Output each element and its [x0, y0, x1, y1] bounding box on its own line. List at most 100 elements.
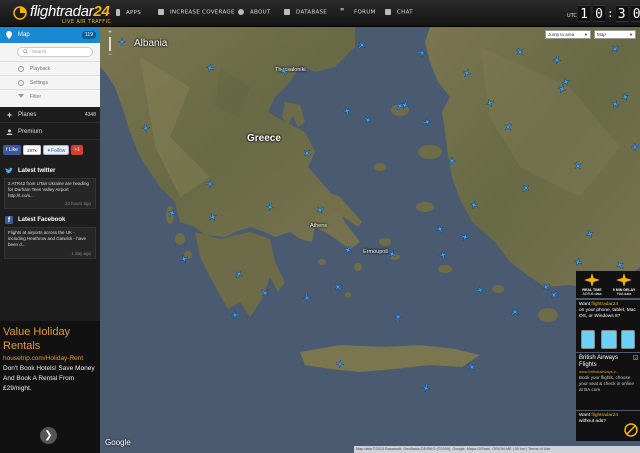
nav-database[interactable]: DATABASE — [284, 9, 327, 16]
sidebar-item-filter[interactable]: Filter — [0, 89, 100, 103]
map-type-select[interactable]: Map ▼ — [594, 30, 636, 39]
aircraft-marker[interactable] — [574, 162, 582, 170]
aircraft-marker[interactable] — [235, 270, 243, 278]
ad-title[interactable]: Value Holiday Rentals — [3, 325, 97, 353]
desktop-device-icon — [621, 330, 635, 349]
aircraft-marker[interactable] — [142, 124, 150, 132]
google-logo[interactable]: Google — [105, 438, 131, 447]
map-attribution[interactable]: Map data ©2013 Basarsoft, GeoBasis-DE/BK… — [354, 446, 640, 453]
realtime-banner[interactable]: REAL TIME ADS-B data 5 MIN DELAY FAA data — [576, 271, 640, 298]
sidebar-item-premium[interactable]: Premium — [0, 124, 100, 140]
aircraft-marker[interactable] — [209, 213, 217, 221]
aircraft-marker[interactable] — [280, 67, 288, 75]
aircraft-marker[interactable] — [550, 291, 558, 299]
close-icon[interactable]: ✕ — [633, 355, 638, 361]
aircraft-marker[interactable] — [516, 48, 524, 56]
aircraft-marker[interactable] — [336, 360, 344, 368]
sidebar-item-planes[interactable]: Planes 4348 — [0, 107, 100, 123]
phone-device-icon — [581, 330, 595, 349]
aircraft-marker[interactable] — [574, 258, 582, 266]
aircraft-marker[interactable] — [418, 49, 426, 57]
aircraft-marker[interactable] — [611, 100, 619, 108]
aircraft-marker[interactable] — [422, 384, 430, 392]
aircraft-marker[interactable] — [631, 143, 639, 151]
ad-go-button[interactable]: ❯ — [40, 427, 57, 444]
aircraft-marker[interactable] — [358, 41, 366, 49]
utc-label: UTC — [567, 13, 577, 19]
aircraft-marker[interactable] — [396, 102, 404, 110]
nav-apps[interactable]: APPS — [116, 9, 141, 16]
aircraft-marker[interactable] — [436, 225, 444, 233]
aircraft-marker[interactable] — [463, 69, 471, 77]
aircraft-marker[interactable] — [470, 201, 478, 209]
sidebar-item-settings[interactable]: Settings — [0, 75, 100, 89]
twitter-follow-button[interactable]: ✦Follow — [42, 145, 70, 155]
nav-chat[interactable]: CHAT — [385, 9, 413, 16]
aircraft-marker[interactable] — [231, 311, 239, 319]
zoom-slider[interactable] — [109, 37, 111, 51]
aircraft-marker[interactable] — [388, 250, 396, 258]
ba-advertisement[interactable]: British Airways Flights www.britishairwa… — [576, 353, 640, 410]
search-input[interactable]: Search — [17, 47, 93, 57]
sidebar-item-playback[interactable]: Playback — [0, 61, 100, 75]
aircraft-marker[interactable] — [468, 363, 476, 371]
aircraft-marker[interactable] — [558, 85, 566, 93]
aircraft-marker[interactable] — [344, 246, 352, 254]
aircraft-marker[interactable] — [180, 255, 188, 263]
nav-increase-coverage[interactable]: INCREASE COVERAGE — [158, 9, 235, 16]
aircraft-marker[interactable] — [553, 56, 561, 64]
aircraft-marker[interactable] — [261, 289, 269, 297]
aircraft-marker[interactable] — [439, 251, 447, 259]
flight-map[interactable]: Albania Greece Thessaloniki Athens Ermou… — [100, 27, 640, 453]
apps-advertisement[interactable]: Want flightradar24 on your phone, tablet… — [576, 300, 640, 352]
zoom-out-button[interactable]: − — [107, 52, 113, 58]
aircraft-marker[interactable] — [303, 149, 311, 157]
database-icon — [284, 9, 290, 15]
aircraft-marker[interactable] — [504, 123, 512, 131]
jump-to-area-select[interactable]: Jump to area ▼ — [545, 30, 591, 39]
clock-colon: : — [607, 7, 614, 20]
clock-digit: 1 — [578, 5, 590, 22]
aircraft-marker[interactable] — [168, 209, 176, 217]
aircraft-marker[interactable] — [621, 93, 629, 101]
nav-about[interactable]: ABOUT — [238, 9, 271, 16]
aircraft-marker[interactable] — [511, 308, 519, 316]
aircraft-marker[interactable] — [334, 283, 342, 291]
aircraft-marker[interactable] — [394, 313, 402, 321]
aircraft-marker[interactable] — [542, 283, 550, 291]
google-plus-button[interactable]: +1 — [71, 145, 84, 155]
aircraft-marker[interactable] — [461, 233, 469, 241]
sidebar-item-map[interactable]: Map 119 — [0, 27, 100, 43]
user-icon — [6, 129, 13, 135]
aircraft-marker[interactable] — [486, 99, 494, 107]
facebook-icon: f — [5, 216, 13, 224]
twitter-feed-item[interactable]: 2 ATR42 from UTair Ukraine are heading f… — [4, 178, 96, 209]
aircraft-marker[interactable] — [266, 203, 274, 211]
zoom-in-button[interactable]: + — [107, 30, 113, 36]
ba-ad-url[interactable]: www.britishairways.c... — [579, 369, 637, 374]
aircraft-marker[interactable] — [586, 230, 594, 238]
aircraft-marker[interactable] — [522, 184, 530, 192]
aircraft-marker[interactable] — [316, 206, 324, 214]
map-pin-icon — [6, 31, 12, 39]
aircraft-marker[interactable] — [448, 157, 456, 165]
aircraft-marker[interactable] — [343, 107, 351, 115]
facebook-feed-item[interactable]: Flights at airports across the UK - incl… — [4, 227, 96, 259]
aircraft-marker[interactable] — [206, 64, 214, 72]
aircraft-marker[interactable] — [118, 38, 126, 46]
clock-digit: 0 — [630, 5, 640, 22]
nav-forum[interactable]: ❞ FORUM — [340, 8, 376, 16]
aircraft-marker[interactable] — [616, 261, 624, 269]
aircraft-marker[interactable] — [611, 45, 619, 53]
facebook-like-button[interactable]: f Like — [3, 145, 21, 155]
aircraft-marker[interactable] — [206, 180, 214, 188]
aircraft-marker[interactable] — [303, 294, 311, 302]
facebook-heading: f Latest Facebook — [0, 213, 100, 227]
sidebar-advertisement[interactable]: Value Holiday Rentals housetrip.com/Holi… — [0, 321, 100, 453]
ad-url[interactable]: housetrip.com/Holiday-Rent — [3, 355, 97, 362]
aircraft-marker[interactable] — [476, 286, 484, 294]
aircraft-marker[interactable] — [423, 118, 431, 126]
no-ads-advertisement[interactable]: Want flightradar24 without ads? — [576, 411, 640, 441]
aircraft-marker[interactable] — [364, 116, 372, 124]
ba-ad-title[interactable]: British Airways Flights — [579, 355, 637, 369]
